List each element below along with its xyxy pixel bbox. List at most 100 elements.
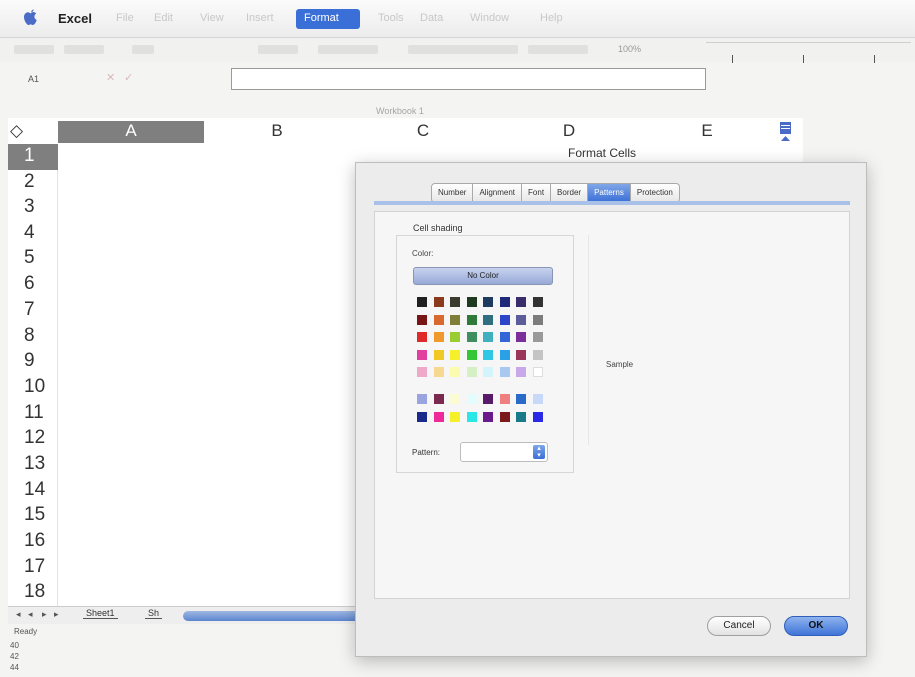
- row-header-17[interactable]: 17: [8, 555, 58, 581]
- toolbar-button[interactable]: [318, 45, 378, 54]
- color-swatch[interactable]: [532, 411, 543, 422]
- row-header-6[interactable]: 6: [8, 272, 58, 298]
- row-header-13[interactable]: 13: [8, 452, 58, 478]
- row-header-1[interactable]: 1: [8, 144, 58, 170]
- row-header-11[interactable]: 11: [8, 401, 58, 427]
- color-swatch[interactable]: [532, 394, 543, 404]
- color-swatch[interactable]: [499, 332, 510, 342]
- color-swatch[interactable]: [516, 394, 526, 404]
- color-swatch[interactable]: [466, 394, 477, 404]
- color-swatch[interactable]: [499, 394, 510, 404]
- row-header-14[interactable]: 14: [8, 478, 58, 504]
- color-swatch[interactable]: [532, 314, 543, 325]
- color-swatch[interactable]: [450, 349, 460, 360]
- color-swatch[interactable]: [417, 411, 427, 422]
- color-swatch[interactable]: [417, 314, 427, 325]
- confirm-entry-icon[interactable]: ✓: [124, 71, 133, 84]
- color-swatch[interactable]: [466, 297, 477, 307]
- sheet-tab-sheet1[interactable]: Sheet1: [83, 608, 118, 619]
- row-header-15[interactable]: 15: [8, 503, 58, 529]
- color-swatch[interactable]: [466, 367, 477, 377]
- color-swatch[interactable]: [433, 367, 444, 377]
- cancel-button[interactable]: Cancel: [707, 616, 771, 636]
- color-swatch[interactable]: [499, 314, 510, 325]
- color-swatch[interactable]: [433, 394, 444, 404]
- select-all-icon[interactable]: ◇: [10, 121, 23, 141]
- menu-help[interactable]: Help: [540, 12, 563, 24]
- color-swatch[interactable]: [483, 314, 493, 325]
- row-header-10[interactable]: 10: [8, 375, 58, 401]
- color-swatch[interactable]: [516, 314, 526, 325]
- cancel-entry-icon[interactable]: ✕: [106, 71, 115, 84]
- color-swatch[interactable]: [417, 394, 427, 404]
- toolbar-button[interactable]: [528, 45, 588, 54]
- color-swatch[interactable]: [450, 332, 460, 342]
- toolbar-button[interactable]: [258, 45, 298, 54]
- prev-sheet-icon[interactable]: ◂: [28, 609, 33, 620]
- column-header-e[interactable]: E: [642, 121, 772, 143]
- row-header-5[interactable]: 5: [8, 246, 58, 272]
- color-swatch[interactable]: [466, 349, 477, 360]
- color-swatch[interactable]: [499, 367, 510, 377]
- color-swatch[interactable]: [516, 297, 526, 307]
- row-header-16[interactable]: 16: [8, 529, 58, 555]
- color-swatch[interactable]: [532, 349, 543, 360]
- color-swatch[interactable]: [483, 297, 493, 307]
- no-color-button[interactable]: No Color: [413, 267, 553, 285]
- column-header-b[interactable]: B: [204, 121, 350, 143]
- color-swatch[interactable]: [532, 332, 543, 342]
- color-swatch[interactable]: [450, 314, 460, 325]
- toolbar-button[interactable]: [408, 45, 518, 54]
- color-swatch[interactable]: [433, 411, 444, 422]
- color-swatch[interactable]: [433, 332, 444, 342]
- last-sheet-icon[interactable]: ▸: [54, 609, 59, 620]
- color-swatch[interactable]: [433, 349, 444, 360]
- color-swatch[interactable]: [417, 297, 427, 307]
- color-swatch[interactable]: [450, 297, 460, 307]
- zoom-dropdown[interactable]: 100%: [618, 44, 641, 54]
- row-header-4[interactable]: 4: [8, 221, 58, 247]
- sheet-tab-2[interactable]: Sh: [145, 608, 163, 619]
- color-swatch[interactable]: [516, 332, 526, 342]
- color-swatch[interactable]: [516, 367, 526, 377]
- row-header-3[interactable]: 3: [8, 195, 58, 221]
- row-header-2[interactable]: 2: [8, 170, 58, 196]
- menu-window[interactable]: Window: [470, 12, 509, 24]
- color-swatch[interactable]: [516, 411, 526, 422]
- toolbar-button[interactable]: [64, 45, 104, 54]
- row-header-12[interactable]: 12: [8, 426, 58, 452]
- tab-font[interactable]: Font: [522, 183, 552, 203]
- color-swatch[interactable]: [483, 349, 493, 360]
- color-swatch[interactable]: [532, 297, 543, 307]
- pattern-dropdown[interactable]: ▴ ▾: [460, 442, 548, 462]
- color-swatch[interactable]: [499, 297, 510, 307]
- color-swatch[interactable]: [466, 332, 477, 342]
- color-swatch[interactable]: [499, 411, 510, 422]
- color-swatch[interactable]: [466, 411, 477, 422]
- vertical-scroll-arrows-icon[interactable]: [779, 121, 792, 143]
- color-swatch[interactable]: [499, 349, 510, 360]
- menu-data[interactable]: Data: [420, 12, 443, 24]
- row-header-8[interactable]: 8: [8, 324, 58, 350]
- tab-protection[interactable]: Protection: [630, 183, 680, 203]
- menu-edit[interactable]: Edit: [154, 12, 173, 24]
- color-swatch[interactable]: [417, 367, 427, 377]
- color-swatch[interactable]: [483, 367, 493, 377]
- tab-border[interactable]: Border: [551, 183, 589, 203]
- app-menu[interactable]: Excel: [58, 11, 92, 26]
- formula-input[interactable]: [231, 68, 706, 90]
- column-header-d[interactable]: D: [496, 121, 642, 143]
- row-header-7[interactable]: 7: [8, 298, 58, 324]
- color-swatch[interactable]: [516, 349, 526, 360]
- name-box[interactable]: A1: [28, 74, 39, 84]
- menu-insert[interactable]: Insert: [246, 12, 274, 24]
- first-sheet-icon[interactable]: ◂: [16, 609, 21, 620]
- menu-view[interactable]: View: [200, 12, 224, 24]
- color-swatch[interactable]: [417, 332, 427, 342]
- menu-format[interactable]: Format: [296, 9, 360, 29]
- menu-tools[interactable]: Tools: [378, 12, 404, 24]
- row-header-9[interactable]: 9: [8, 349, 58, 375]
- column-header-c[interactable]: C: [350, 121, 496, 143]
- apple-icon[interactable]: [22, 9, 38, 27]
- ok-button[interactable]: OK: [784, 616, 848, 636]
